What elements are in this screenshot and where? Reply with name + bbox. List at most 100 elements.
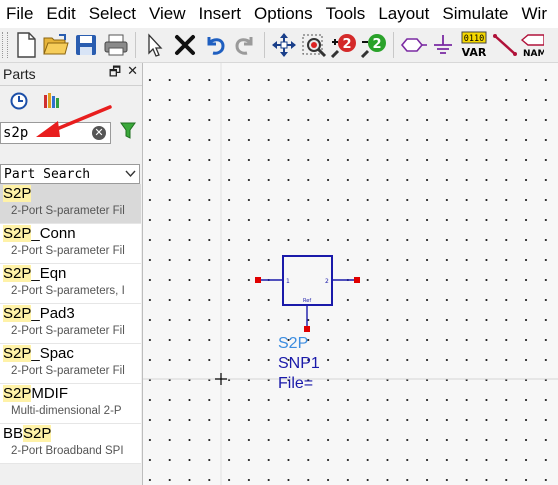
save-icon[interactable] (71, 30, 101, 60)
port-icon[interactable] (398, 30, 428, 60)
toolbar-separator (393, 32, 394, 58)
result-description: 2-Port S-parameter Fil (11, 205, 125, 217)
main-toolbar: 2 2 0110 VAR NAM (0, 28, 558, 63)
move-icon[interactable] (269, 30, 299, 60)
ref-connector[interactable] (304, 326, 310, 332)
var-number: 0110 (464, 34, 484, 44)
history-clock-icon[interactable] (10, 92, 28, 115)
menu-file[interactable]: File (0, 4, 40, 24)
result-part-name: S2P_Conn (3, 224, 141, 244)
zoom-area-icon[interactable] (299, 30, 329, 60)
undo-icon[interactable] (200, 30, 230, 60)
open-folder-icon[interactable] (41, 30, 71, 60)
menu-wire[interactable]: Wir (516, 4, 554, 24)
svg-text:2: 2 (372, 37, 381, 52)
menu-bar: File Edit Select View Insert Options Too… (0, 0, 558, 28)
toolbar-separator (264, 32, 265, 58)
name-icon[interactable]: NAM (520, 30, 544, 60)
menu-layout[interactable]: Layout (372, 4, 436, 24)
clear-search-icon[interactable]: ✕ (92, 126, 106, 140)
result-name-suffix: _Pad3 (31, 305, 75, 322)
menu-options[interactable]: Options (248, 4, 320, 24)
filter-funnel-icon[interactable] (120, 122, 136, 145)
dropdown-label: Part Search (4, 166, 91, 182)
search-result-item[interactable]: S2P_Conn 2-Port S-parameter Fil (0, 224, 141, 264)
search-value: s2p (3, 125, 29, 141)
menu-edit[interactable]: Edit (40, 4, 82, 24)
pin1-label: 1 (286, 278, 290, 285)
result-description: 2-Port Broadband SPI (11, 445, 124, 457)
toolbar-grip[interactable] (2, 32, 8, 58)
float-panel-icon[interactable]: 🗗 (109, 63, 121, 85)
redo-icon[interactable] (230, 30, 260, 60)
zoom-in-icon[interactable]: 2 (329, 30, 359, 60)
pin2-label: 2 (325, 278, 329, 285)
toolbar-separator (135, 32, 136, 58)
menu-tools[interactable]: Tools (320, 4, 373, 24)
result-description: 2-Port S-parameters, I (11, 285, 125, 297)
result-name-suffix: _Eqn (31, 265, 67, 282)
result-name-prefix: BB (3, 425, 24, 442)
result-name-match: S2P (3, 225, 32, 242)
part-search-dropdown[interactable]: Part Search (0, 164, 140, 184)
search-result-item[interactable]: S2P 2-Port S-parameter Fil (0, 184, 141, 224)
result-description: 2-Port S-parameter Fil (11, 365, 125, 377)
library-books-icon[interactable] (42, 92, 60, 115)
result-description: Multi-dimensional 2-P (11, 405, 122, 417)
result-name-suffix: MDIF (31, 385, 69, 402)
chevron-down-icon (125, 167, 136, 182)
wire-icon[interactable] (490, 30, 520, 60)
menu-view[interactable]: View (143, 4, 193, 24)
parts-tools (0, 86, 142, 120)
menu-select[interactable]: Select (83, 4, 143, 24)
schematic-drawing: 1 2 Ref (143, 63, 558, 485)
close-panel-icon[interactable]: ✕ (127, 63, 138, 85)
result-name-match: S2P (23, 425, 52, 442)
result-description: 2-Port S-parameter Fil (11, 325, 125, 337)
component-instance-name[interactable]: SNP1 (278, 355, 320, 373)
ground-icon[interactable] (428, 30, 458, 60)
result-name-match: S2P (3, 305, 32, 322)
svg-text:2: 2 (342, 37, 351, 52)
var-label: VAR (462, 46, 487, 59)
result-name-suffix: _Conn (31, 225, 76, 242)
select-arrow-icon[interactable] (140, 30, 170, 60)
result-name-match: S2P (3, 185, 32, 202)
result-part-name: S2P_Pad3 (3, 304, 141, 324)
new-file-icon[interactable] (11, 30, 41, 60)
search-result-item[interactable]: S2PMDIF Multi-dimensional 2-P (0, 384, 141, 424)
pin2-connector[interactable] (354, 277, 360, 283)
part-search-input[interactable]: s2p ✕ (0, 122, 111, 144)
parts-panel-header: Parts 🗗 ✕ (0, 63, 142, 86)
name-label: NAM (523, 49, 544, 59)
delete-x-icon[interactable] (170, 30, 200, 60)
component-type-label[interactable]: S2P (278, 335, 308, 353)
menu-insert[interactable]: Insert (193, 4, 249, 24)
result-part-name: S2P_Spac (3, 344, 141, 364)
schematic-canvas[interactable]: 1 2 Ref S2P SNP1 File= (143, 63, 558, 485)
search-result-item[interactable]: BBS2P 2-Port Broadband SPI (0, 424, 141, 464)
component-file-param[interactable]: File= (278, 375, 313, 393)
search-results-list: S2P 2-Port S-parameter Fil S2P_Conn 2-Port … (0, 184, 141, 464)
result-part-name: S2P_Eqn (3, 264, 141, 284)
result-part-name: S2PMDIF (3, 384, 141, 404)
pin1-connector[interactable] (255, 277, 261, 283)
var-icon[interactable]: 0110 VAR (458, 30, 490, 60)
menu-simulate[interactable]: Simulate (436, 4, 515, 24)
parts-panel-title: Parts (3, 66, 36, 82)
search-result-item[interactable]: S2P_Pad3 2-Port S-parameter Fil (0, 304, 141, 344)
parts-panel: Parts 🗗 ✕ s2p ✕ Part Search S2P 2-Port S-… (0, 63, 143, 485)
search-result-item[interactable]: S2P_Spac 2-Port S-parameter Fil (0, 344, 141, 384)
result-name-suffix: _Spac (31, 345, 74, 362)
result-name-match: S2P (3, 345, 32, 362)
search-row: s2p ✕ (0, 120, 142, 146)
print-icon[interactable] (101, 30, 131, 60)
s2p-component-symbol: 1 2 Ref (255, 255, 360, 332)
zoom-out-icon[interactable]: 2 (359, 30, 389, 60)
result-name-match: S2P (3, 265, 32, 282)
search-result-item[interactable]: S2P_Eqn 2-Port S-parameters, I (0, 264, 141, 304)
result-name-match: S2P (3, 385, 32, 402)
result-part-name: BBS2P (3, 424, 141, 444)
result-part-name: S2P (3, 184, 141, 204)
ref-label: Ref (303, 298, 311, 304)
